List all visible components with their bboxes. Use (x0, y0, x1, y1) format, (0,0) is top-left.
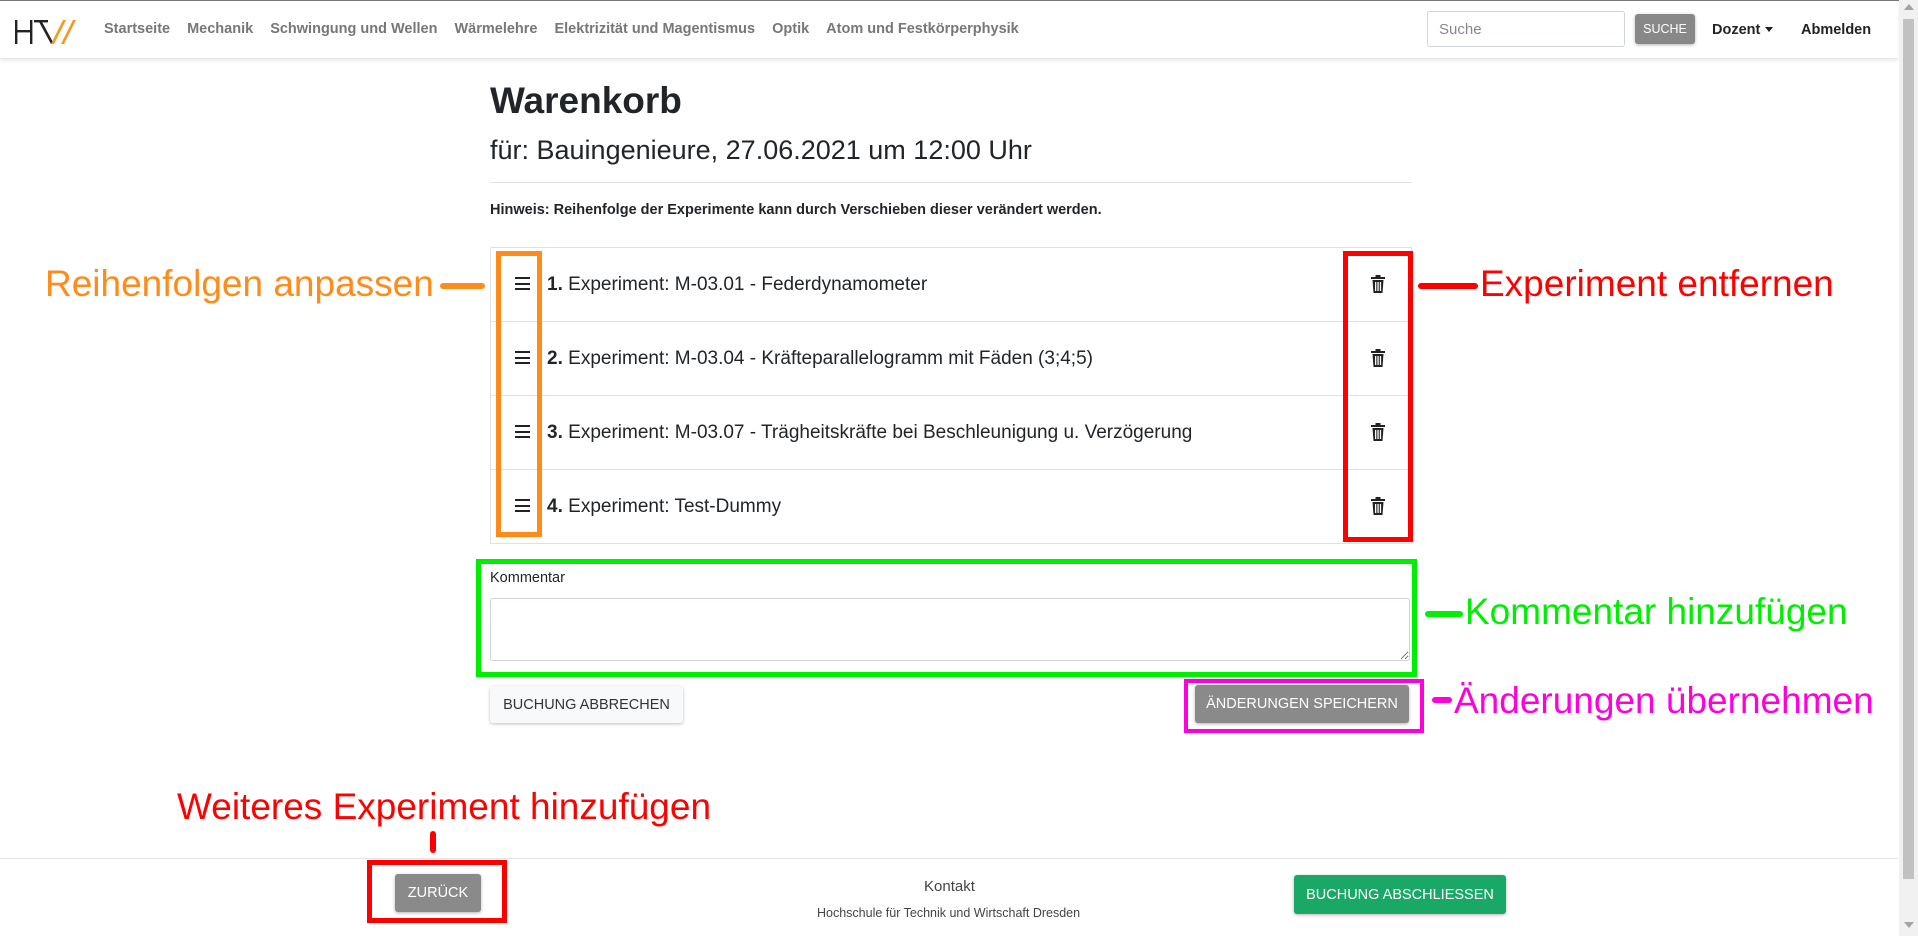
experiment-title: Experiment: M-03.07 - Trägheitskräfte be… (568, 422, 1193, 443)
drag-handle-icon[interactable] (515, 277, 530, 290)
comment-label: Kommentar (490, 570, 565, 586)
divider (490, 182, 1412, 183)
annotation-add-more: Weiteres Experiment hinzufügen (177, 786, 712, 827)
annotation-comment: Kommentar hinzufügen (1465, 591, 1848, 632)
annotation-dash-apply (1432, 697, 1452, 703)
drag-handle-icon[interactable] (515, 351, 530, 364)
search-input[interactable] (1427, 11, 1625, 47)
search-button[interactable]: SUCHE (1635, 14, 1695, 44)
nav-optik[interactable]: Optik (772, 21, 809, 37)
nav-elektrizitaet[interactable]: Elektrizität und Magentismus (554, 21, 755, 37)
back-button[interactable]: ZURÜCK (395, 874, 481, 912)
experiment-item[interactable]: 3. Experiment: M-03.07 - Trägheitskräfte… (491, 396, 1411, 470)
nav-schwingung-und-wellen[interactable]: Schwingung und Wellen (270, 21, 437, 37)
experiment-number: 2. (547, 348, 563, 369)
cancel-booking-button[interactable]: BUCHUNG ABBRECHEN (490, 686, 683, 723)
dozent-label: Dozent (1712, 22, 1761, 38)
footer-organization: Hochschule für Technik und Wirtschaft Dr… (817, 906, 1081, 920)
comment-textarea[interactable] (490, 598, 1410, 661)
experiment-title: Experiment: M-03.01 - Federdynamometer (568, 274, 928, 295)
drag-handle-icon[interactable] (515, 425, 530, 438)
logout-link[interactable]: Abmelden (1801, 22, 1871, 38)
main-nav: Startseite Mechanik Schwingung und Welle… (104, 21, 1036, 37)
annotation-reorder: Reihenfolgen anpassen (45, 263, 434, 304)
page-title: Warenkorb (490, 80, 682, 121)
annotation-dash-remove (1418, 283, 1478, 289)
reorder-hint: Hinweis: Reihenfolge der Experimente kan… (490, 202, 1102, 218)
contact-link[interactable]: Kontakt (924, 878, 975, 895)
dozent-dropdown[interactable]: Dozent (1712, 22, 1774, 38)
experiment-label: 1. Experiment: M-03.01 - Federdynamomete… (547, 274, 927, 296)
experiment-number: 3. (547, 422, 563, 443)
scrollbar[interactable] (1899, 0, 1918, 936)
drag-handle-icon[interactable] (515, 499, 530, 512)
trash-icon[interactable] (1371, 349, 1385, 367)
experiment-item[interactable]: 2. Experiment: M-03.04 - Kräfteparallelo… (491, 322, 1411, 396)
scroll-down-arrow-icon[interactable] (1904, 922, 1914, 928)
experiment-item[interactable]: 4. Experiment: Test-Dummy (491, 470, 1411, 543)
annotation-dash-add-more (430, 831, 436, 853)
annotation-apply: Änderungen übernehmen (1454, 680, 1874, 721)
annotation-dash-comment (1425, 611, 1463, 617)
nav-waermelehre[interactable]: Wärmelehre (454, 21, 537, 37)
annotation-dash-reorder (440, 283, 485, 289)
experiment-item[interactable]: 1. Experiment: M-03.01 - Federdynamomete… (491, 248, 1411, 322)
experiment-number: 4. (547, 496, 563, 517)
nav-atom-festkoerperphysik[interactable]: Atom und Festkörperphysik (826, 21, 1019, 37)
experiment-list: 1. Experiment: M-03.01 - Federdynamomete… (490, 247, 1412, 544)
page-subtitle: für: Bauingenieure, 27.06.2021 um 12:00 … (490, 135, 1032, 165)
scrollbar-thumb[interactable] (1903, 19, 1914, 879)
footer (0, 858, 1898, 937)
trash-icon[interactable] (1371, 423, 1385, 441)
htw-logo-icon[interactable] (14, 18, 80, 46)
experiment-number: 1. (547, 274, 563, 295)
experiment-label: 3. Experiment: M-03.07 - Trägheitskräfte… (547, 422, 1192, 444)
trash-icon[interactable] (1371, 497, 1385, 515)
scroll-up-arrow-icon[interactable] (1904, 4, 1914, 10)
save-changes-button[interactable]: ÄNDERUNGEN SPEICHERN (1195, 685, 1409, 723)
finish-booking-button[interactable]: BUCHUNG ABSCHLIESSEN (1294, 875, 1506, 914)
experiment-title: Experiment: Test-Dummy (568, 496, 782, 517)
nav-startseite[interactable]: Startseite (104, 21, 170, 37)
experiment-title: Experiment: M-03.04 - Kräfteparallelogra… (568, 348, 1093, 369)
caret-down-icon (1765, 27, 1774, 32)
annotation-remove: Experiment entfernen (1480, 263, 1834, 304)
trash-icon[interactable] (1371, 275, 1385, 293)
experiment-label: 4. Experiment: Test-Dummy (547, 496, 781, 518)
navbar: Startseite Mechanik Schwingung und Welle… (0, 1, 1898, 59)
nav-mechanik[interactable]: Mechanik (187, 21, 253, 37)
experiment-label: 2. Experiment: M-03.04 - Kräfteparallelo… (547, 348, 1093, 370)
